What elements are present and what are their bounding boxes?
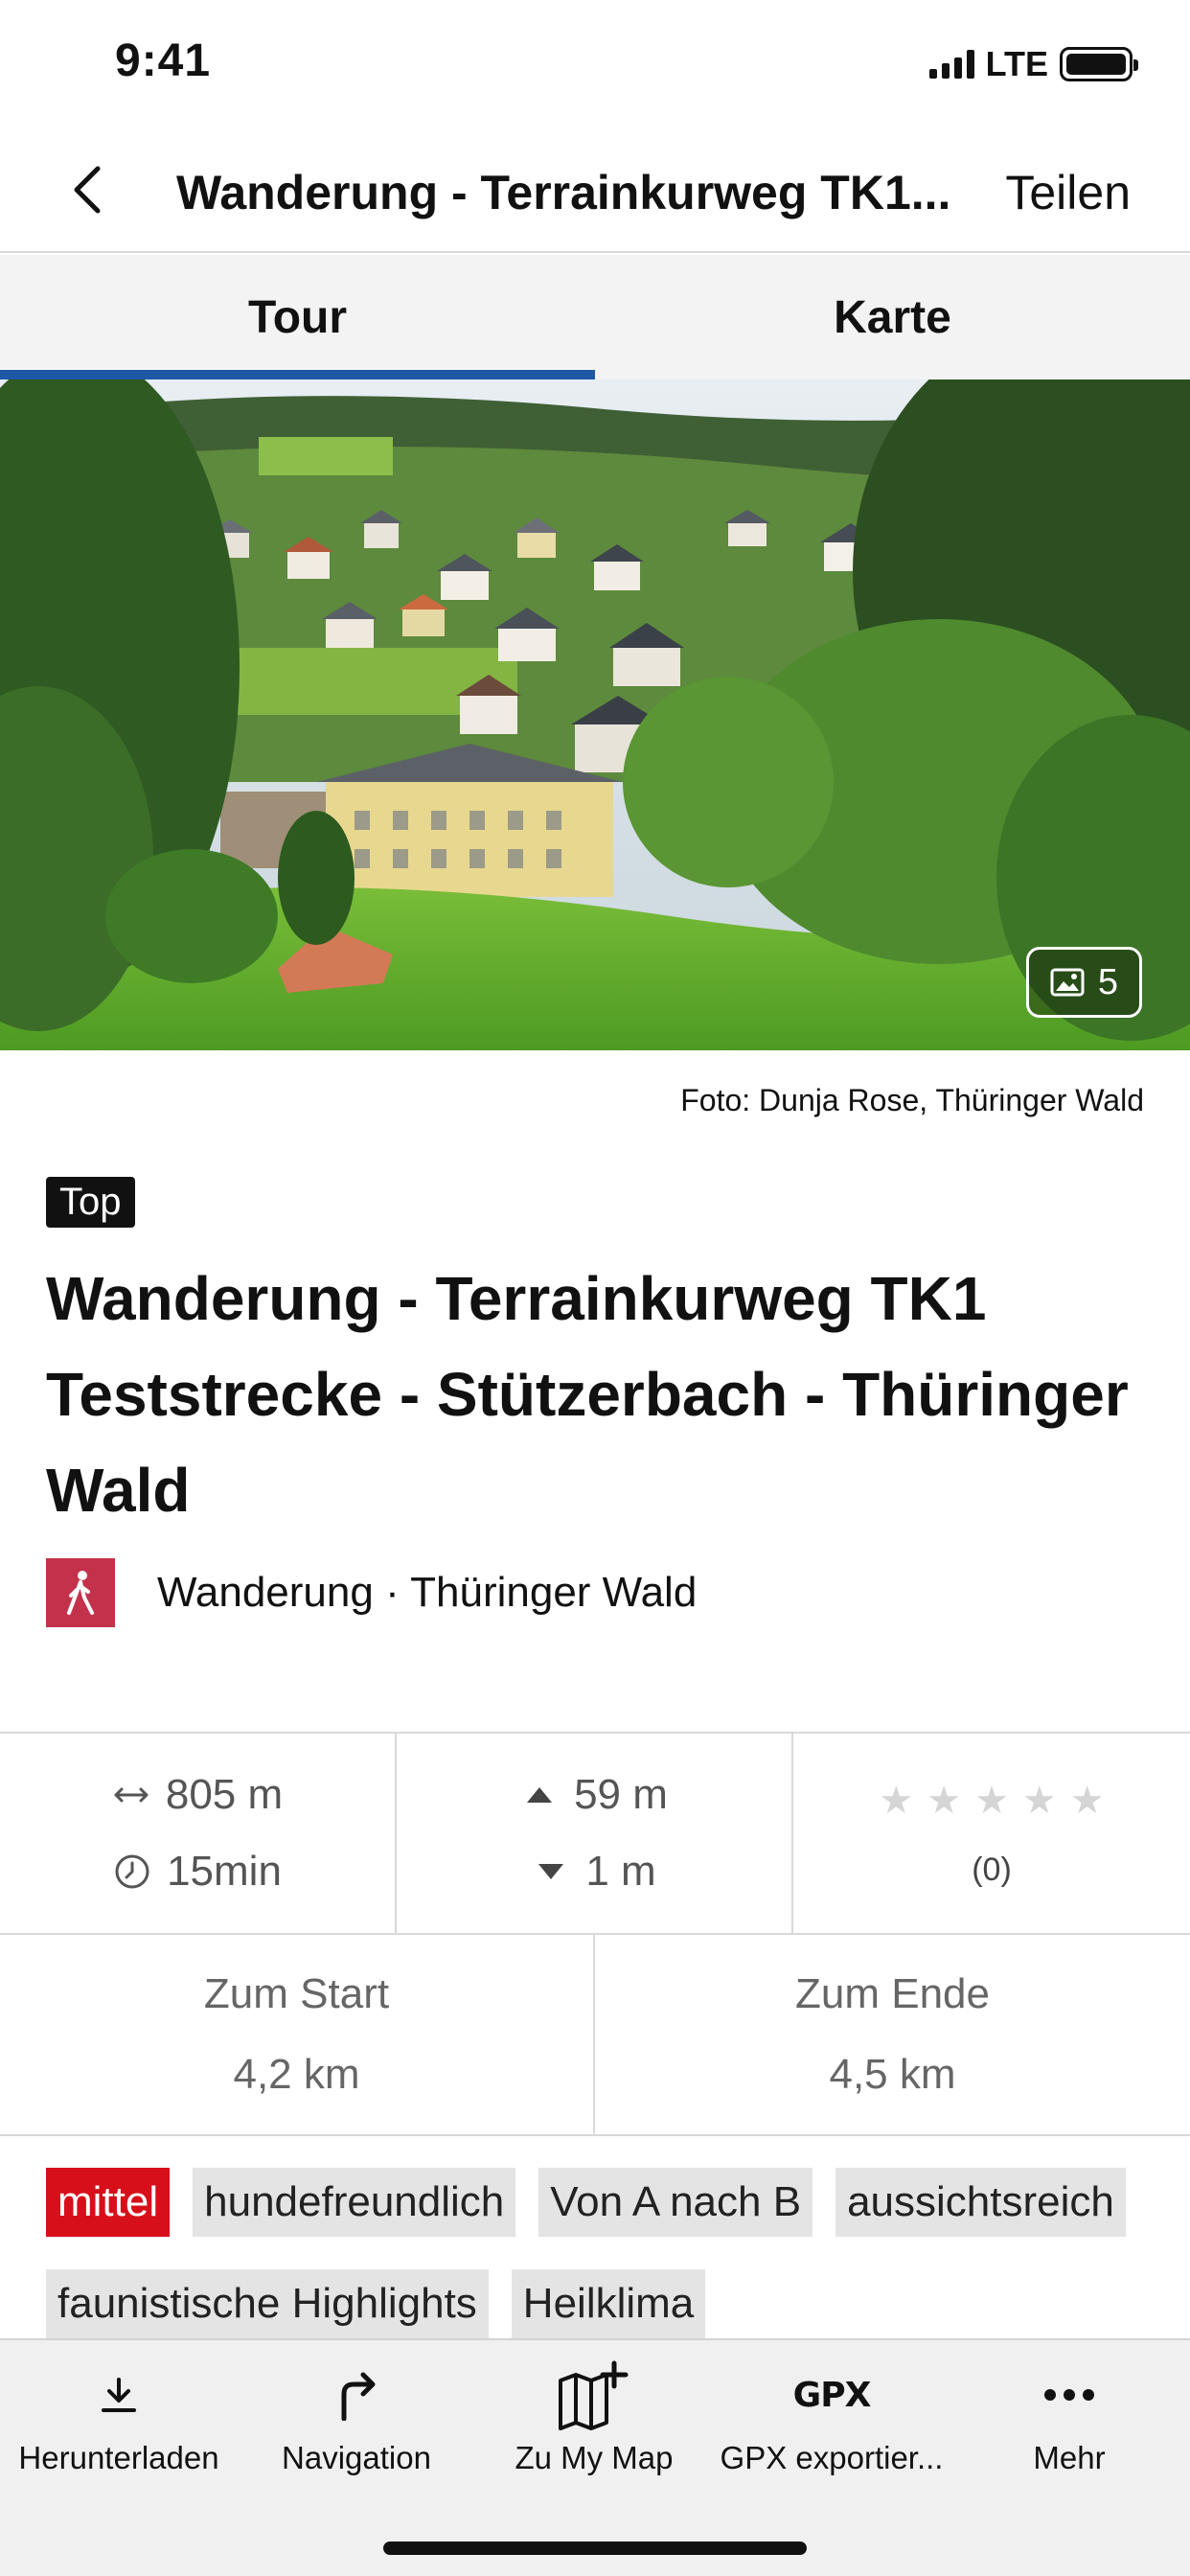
to-start-label: Zum Start [203, 1970, 390, 2017]
battery-icon [1060, 47, 1138, 81]
more-button[interactable]: Mehr [950, 2361, 1188, 2484]
add-to-my-map-label: Zu My Map [515, 2440, 674, 2475]
tour-category: Wanderung · Thüringer Wald [46, 1558, 697, 1627]
category-label: Wanderung · Thüringer Wald [157, 1569, 698, 1616]
status-indicators: LTE [928, 44, 1138, 84]
share-button[interactable]: Teilen [1005, 165, 1131, 220]
distance-arrows-icon [112, 1776, 150, 1814]
gpx-glyph: GPX [792, 2375, 872, 2415]
home-indicator[interactable] [383, 2542, 807, 2555]
navigation-button[interactable]: Navigation [238, 2361, 475, 2484]
gpx-icon: GPX [792, 2361, 872, 2428]
tag-item: hundefreundlich [193, 2168, 516, 2237]
duration-value: 15min [167, 1848, 282, 1895]
tag-item: Heilklima [511, 2269, 706, 2338]
download-label: Herunterladen [18, 2440, 219, 2475]
gpx-export-label: GPX exportier... [720, 2440, 944, 2475]
image-icon [1050, 968, 1085, 997]
star-icon: ★ [1021, 1779, 1057, 1822]
hiking-icon [46, 1558, 115, 1627]
to-start-value: 4,2 km [233, 2051, 360, 2098]
gpx-export-button[interactable]: GPX GPX exportier... [713, 2361, 950, 2484]
signal-icon [928, 50, 974, 79]
distance-to-start: Zum Start 4,2 km [0, 1935, 595, 2134]
to-end-label: Zum Ende [795, 1970, 990, 2017]
ascent-icon [520, 1776, 559, 1814]
distance-to-end: Zum Ende 4,5 km [595, 1935, 1190, 2134]
tag-item: aussichtsreich [835, 2168, 1126, 2237]
tour-title: Wanderung - Terrainkurweg TK1 Teststreck… [46, 1264, 1129, 1525]
page-title: Wanderung - Terrainkurweg TK1... [176, 166, 951, 219]
tab-karte[interactable]: Karte [595, 255, 1190, 380]
star-icon: ★ [974, 1779, 1009, 1822]
photo-count-badge[interactable]: 5 [1025, 947, 1142, 1018]
tag-list: mittel hundefreundlich Von A nach B auss… [46, 2168, 1157, 2338]
descent-value: 1 m [585, 1848, 656, 1895]
photo-count: 5 [1097, 961, 1118, 1002]
star-icon: ★ [1069, 1779, 1105, 1822]
stat-distance-duration: 805 m 15min [0, 1734, 397, 1933]
download-icon [98, 2361, 140, 2428]
add-to-my-map-button[interactable]: Zu My Map [475, 2360, 713, 2484]
chevron-left-icon [74, 166, 101, 214]
network-label: LTE [985, 44, 1048, 83]
top-badge: Top [46, 1177, 135, 1228]
distance-to-points: Zum Start 4,2 km Zum Ende 4,5 km [0, 1935, 1190, 2136]
download-button[interactable]: Herunterladen [0, 2361, 238, 2484]
rating-stars: ★ ★ ★ ★ ★ [879, 1779, 1104, 1823]
tab-tour[interactable]: Tour [0, 255, 595, 380]
turn-right-arrow-icon [332, 2361, 380, 2428]
tab-bar: Tour Karte [0, 255, 1190, 380]
map-add-icon [555, 2360, 633, 2430]
to-end-value: 4,5 km [829, 2051, 956, 2098]
status-bar: 9:41 LTE [0, 0, 1190, 126]
tag-item: Von A nach B [538, 2168, 813, 2237]
back-button[interactable] [56, 155, 125, 224]
nav-header: Wanderung - Terrainkurweg TK1... Teilen [0, 126, 1190, 253]
descent-icon [532, 1852, 570, 1891]
stat-elevation: 59 m 1 m [397, 1734, 793, 1933]
tag-item: faunistische Highlights [46, 2269, 489, 2338]
status-time: 9:41 [115, 35, 212, 86]
star-icon: ★ [879, 1779, 914, 1822]
tour-stats: 805 m 15min 59 m 1 m ★ ★ ★ ★ ★ (0) [0, 1732, 1190, 1935]
more-dots-icon [1043, 2361, 1095, 2428]
clock-icon [113, 1852, 151, 1891]
navigation-label: Navigation [282, 2440, 431, 2475]
photo-credit: Foto: Dunja Rose, Thüringer Wald [680, 1083, 1144, 1117]
star-icon: ★ [927, 1779, 962, 1822]
bottom-toolbar: Herunterladen Navigation Zu My Map GPX G… [0, 2338, 1190, 2576]
rating-count: (0) [972, 1851, 1012, 1888]
ascent-value: 59 m [574, 1771, 668, 1818]
tag-difficulty: mittel [46, 2168, 171, 2237]
landscape-photo [0, 380, 1190, 1050]
distance-value: 805 m [165, 1771, 284, 1818]
more-label: Mehr [1033, 2440, 1106, 2475]
tour-hero-image[interactable]: 5 [0, 380, 1190, 1050]
stat-rating[interactable]: ★ ★ ★ ★ ★ (0) [793, 1734, 1190, 1933]
